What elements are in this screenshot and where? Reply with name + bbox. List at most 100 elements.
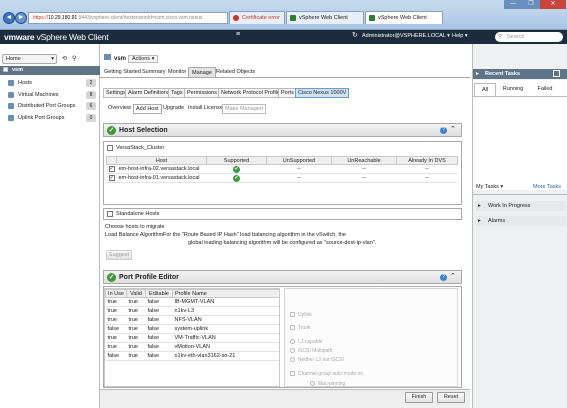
col-in-use[interactable]: In Use — [105, 289, 127, 298]
tab-monitor[interactable]: Monitor — [165, 67, 189, 77]
nav-item-dport-groups[interactable]: Distributed Port Groups 6 — [8, 102, 96, 110]
option-label: Neither L3 nor iSCSI — [298, 357, 344, 363]
standalone-checkbox[interactable] — [107, 211, 113, 217]
cell-valid: true — [126, 342, 146, 352]
col-valid[interactable]: Valid — [126, 289, 146, 298]
host-name: em-host-infra-02.versastack.local — [116, 164, 207, 174]
already-value: -- — [396, 173, 458, 183]
vsphere-logo: vmware vSphere Web Client — [4, 32, 109, 42]
search-input[interactable]: ⚲ Search — [495, 32, 563, 42]
table-row[interactable]: true true false n1kv-L3 — [105, 306, 279, 316]
nav-item-vms[interactable]: Virtual Machines 8 — [8, 91, 96, 99]
suggest-button[interactable]: Suggest — [106, 250, 132, 260]
tab-related-objects[interactable]: Related Objects — [213, 67, 258, 77]
minimize-button[interactable]: — — [504, 0, 522, 9]
address-bar[interactable]: https://10.29.180.91:9443/vsphere-client… — [28, 12, 228, 24]
host-table: Host Supported UnSupported UnReachable A… — [106, 156, 458, 183]
host-checkbox[interactable]: ✓ — [108, 166, 115, 172]
tab-vsphere-2[interactable]: vSphere Web Client — [365, 11, 443, 24]
table-row[interactable]: true true false vMotion-VLAN — [105, 342, 279, 352]
object-title-text: vsm — [114, 56, 127, 62]
col-editable[interactable]: Editable — [145, 289, 173, 298]
col-profile-name[interactable]: Profile Name — [172, 289, 279, 298]
port-profile-header[interactable]: ✓ Port Profile Editor — [103, 270, 462, 284]
wip-title: Work In Progress — [488, 203, 531, 209]
my-tasks-menu[interactable]: My Tasks ▾ — [476, 184, 503, 190]
cell-profile-name: n1kv-eth-vlan3162-sn-21 — [172, 351, 279, 361]
host-checkbox[interactable]: ✓ — [108, 175, 115, 181]
nav-current-object[interactable]: ▣ vsm — [0, 66, 100, 75]
nav-item-hosts[interactable]: Hosts 2 — [8, 79, 96, 87]
subtab-add-host[interactable]: Add Host — [133, 104, 162, 114]
maximize-button[interactable]: ❐ — [522, 0, 540, 9]
pin-icon[interactable]: ⚲ — [72, 55, 76, 62]
finish-button[interactable]: Finish — [405, 392, 433, 403]
subtab-overview[interactable]: Overview — [106, 104, 133, 114]
col-unsupported[interactable]: UnSupported — [266, 156, 332, 165]
task-tab-all[interactable]: All — [474, 83, 496, 96]
radio-icon — [310, 381, 315, 386]
more-tasks-link[interactable]: More Tasks — [533, 184, 561, 190]
subtab-install-license[interactable]: Install License — [186, 104, 225, 114]
cell-editable: false — [145, 297, 173, 307]
back-icon[interactable]: ◄ — [3, 12, 15, 24]
host-icon — [8, 80, 14, 86]
table-row[interactable]: true true false NFS-VLAN — [105, 315, 279, 325]
tab-manage[interactable]: Manage — [188, 67, 216, 77]
col-unreachable[interactable]: UnReachable — [331, 156, 397, 165]
task-tab-running[interactable]: Running — [500, 83, 526, 96]
option-label: Trunk — [298, 325, 311, 331]
cluster-label: VersaStack_Cluster — [116, 145, 165, 151]
history-icon[interactable]: ⟲ — [62, 55, 67, 62]
home-button[interactable]: Home ▾ — [2, 54, 57, 64]
table-row[interactable]: true true false VM-Traffic-VLAN — [105, 333, 279, 343]
port-profile-list[interactable]: In Use Valid Editable Profile Name true t… — [104, 288, 280, 387]
cluster-checkbox[interactable] — [107, 145, 113, 151]
refresh-icon[interactable]: ↻ — [352, 31, 358, 39]
table-row[interactable]: false true false n1kv-eth-vlan3162-sn-21 — [105, 351, 279, 361]
task-tab-failed[interactable]: Failed — [532, 83, 558, 96]
maximize-icon[interactable] — [553, 70, 560, 77]
col-host[interactable]: Host — [116, 156, 207, 165]
tab-vsphere-1[interactable]: vSphere Web Client — [286, 11, 364, 24]
table-row[interactable]: false true false system-uplink — [105, 324, 279, 334]
subtab-make-managed: Make Managed — [222, 104, 266, 114]
tab-certificate-error[interactable]: Certificate error — [229, 11, 285, 24]
radio-icon — [290, 348, 295, 353]
col-already-in-dvs[interactable]: Already In DVS — [396, 156, 458, 165]
subtab-permissions[interactable]: Permissions — [184, 88, 220, 98]
host-selection-header[interactable]: ✓ Host Selection — [103, 123, 462, 137]
table-row[interactable]: ✓ em-host-infra-01.versastack.local ✔ --… — [106, 173, 458, 183]
unsupported-value: -- — [266, 164, 332, 174]
subtab-tags[interactable]: Tags — [168, 88, 186, 98]
help-icon[interactable]: ? — [440, 274, 447, 281]
forward-icon[interactable]: ► — [15, 12, 27, 24]
collapse-icon[interactable]: ⌃ — [450, 125, 456, 133]
col-supported[interactable]: Supported — [206, 156, 267, 165]
cell-editable: false — [145, 342, 173, 352]
subtab-cisco-nexus[interactable]: Cisco Nexus 1000V — [295, 88, 350, 98]
nav-item-label: Distributed Port Groups — [18, 103, 76, 109]
collapse-icon[interactable]: ⌃ — [450, 272, 456, 280]
menu-icon[interactable]: ≡ — [236, 31, 240, 38]
alarms-header[interactable]: ▸ Alarms — [476, 216, 566, 226]
migrate-label: Choose hosts to migrate — [105, 224, 165, 230]
subtab-upgrade[interactable]: Upgrade — [161, 104, 186, 114]
table-row[interactable]: true true false IB-MGMT-VLAN — [105, 297, 279, 307]
subtab-alarm-definitions[interactable]: Alarm Definitions — [125, 88, 173, 98]
recent-tasks-header[interactable]: ▸ Recent Tasks — [473, 69, 567, 79]
user-menu[interactable]: Administrator@VSPHERE.LOCAL ▾ — [362, 33, 450, 39]
portgroup-icon — [8, 103, 14, 109]
table-row[interactable]: ✓ em-host-infra-02.versastack.local ✔ --… — [106, 164, 458, 174]
help-menu[interactable]: Help ▾ — [452, 33, 468, 39]
actions-button[interactable]: Actions ▾ — [128, 55, 159, 63]
reset-button[interactable]: Reset — [437, 392, 465, 403]
close-button[interactable]: ✕ — [540, 0, 566, 9]
server-icon: ▣ — [3, 67, 9, 73]
work-in-progress-header[interactable]: ▸ Work In Progress — [476, 201, 566, 211]
nav-item-uplink-groups[interactable]: Uplink Port Groups 0 — [8, 114, 96, 122]
tab-getting-started[interactable]: Getting Started — [101, 67, 144, 77]
subtab-network-protocol-profiles[interactable]: Network Protocol Profiles — [218, 88, 286, 98]
help-icon[interactable]: ? — [440, 127, 447, 134]
cell-in-use: true — [105, 297, 127, 307]
